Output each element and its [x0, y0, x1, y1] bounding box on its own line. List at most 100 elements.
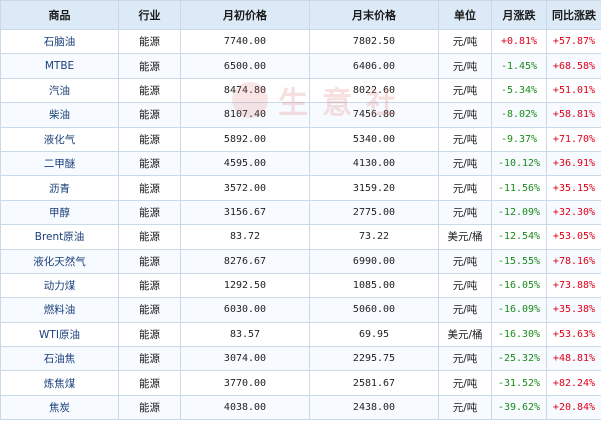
- industry-cell: 能源: [118, 248, 181, 274]
- monthly-change-cell: -1.45%: [491, 53, 547, 79]
- unit-cell: 元/吨: [438, 370, 492, 396]
- end-price-cell: 6406.00: [309, 53, 439, 79]
- industry-cell: 能源: [118, 321, 181, 348]
- end-price-cell: 7456.80: [309, 102, 439, 128]
- table-row: 石脑油 能源 7740.00 7802.50 元/吨 +0.81% +57.87%: [0, 28, 601, 55]
- industry-cell: 能源: [118, 53, 181, 79]
- commodity-name[interactable]: 汽油: [0, 77, 119, 104]
- commodity-name[interactable]: 甲醇: [0, 199, 119, 226]
- unit-cell: 元/吨: [438, 150, 492, 177]
- table-row: 柴油 能源 8107.40 7456.80 元/吨 -8.02% +58.81%: [0, 102, 601, 128]
- end-price-cell: 2775.00: [309, 199, 439, 226]
- end-price-cell: 2295.75: [309, 346, 439, 372]
- yoy-change-cell: +57.87%: [546, 28, 601, 55]
- commodity-name[interactable]: 二甲醚: [0, 150, 119, 177]
- yoy-change-cell: +48.81%: [546, 346, 601, 372]
- yoy-change-cell: +35.15%: [546, 175, 601, 201]
- commodity-name[interactable]: 炼焦煤: [0, 370, 119, 396]
- end-price-cell: 69.95: [309, 321, 439, 348]
- commodity-name[interactable]: 燃料油: [0, 297, 119, 323]
- commodity-name[interactable]: Brent原油: [0, 224, 119, 250]
- industry-cell: 能源: [118, 150, 181, 177]
- start-price-cell: 5892.00: [180, 126, 310, 152]
- end-price-cell: 1085.00: [309, 272, 439, 299]
- yoy-change-cell: +53.05%: [546, 224, 601, 250]
- end-price-cell: 2438.00: [309, 394, 439, 421]
- table-row: 沥青 能源 3572.00 3159.20 元/吨 -11.56% +35.15%: [0, 175, 601, 201]
- commodity-name[interactable]: 液化气: [0, 126, 119, 152]
- unit-cell: 元/吨: [438, 248, 492, 274]
- unit-cell: 美元/桶: [438, 321, 492, 348]
- unit-cell: 元/吨: [438, 126, 492, 152]
- end-price-cell: 2581.67: [309, 370, 439, 396]
- monthly-change-cell: -9.37%: [491, 126, 547, 152]
- end-price-cell: 5340.00: [309, 126, 439, 152]
- monthly-change-cell: -25.32%: [491, 346, 547, 372]
- table-row: 焦炭 能源 4038.00 2438.00 元/吨 -39.62% +20.84%: [0, 394, 601, 421]
- table-row: 液化天然气 能源 8276.67 6990.00 元/吨 -15.55% +78.16%: [0, 248, 601, 274]
- industry-cell: 能源: [118, 272, 181, 299]
- unit-cell: 元/吨: [438, 102, 492, 128]
- unit-cell: 元/吨: [438, 77, 492, 104]
- monthly-change-cell: -12.54%: [491, 224, 547, 250]
- yoy-change-cell: +73.88%: [546, 272, 601, 299]
- table-row: Brent原油 能源 83.72 73.22 美元/桶 -12.54% +53.05%: [0, 224, 601, 250]
- commodity-name[interactable]: 石油焦: [0, 346, 119, 372]
- commodity-name[interactable]: 石脑油: [0, 28, 119, 55]
- industry-cell: 能源: [118, 297, 181, 323]
- unit-cell: 元/吨: [438, 272, 492, 299]
- header-start-price[interactable]: 月初价格: [180, 0, 310, 30]
- commodity-name[interactable]: WTI原油: [0, 321, 119, 348]
- start-price-cell: 8276.67: [180, 248, 310, 274]
- monthly-change-cell: -10.12%: [491, 150, 547, 177]
- unit-cell: 元/吨: [438, 53, 492, 79]
- yoy-change-cell: +20.84%: [546, 394, 601, 421]
- header-end-price[interactable]: 月末价格: [309, 0, 439, 30]
- industry-cell: 能源: [118, 224, 181, 250]
- table-row: 汽油 能源 8474.80 8022.60 元/吨 -5.34% +51.01%: [0, 77, 601, 104]
- start-price-cell: 1292.50: [180, 272, 310, 299]
- commodity-name[interactable]: MTBE: [0, 53, 119, 79]
- table-header-row: 商品 行业 月初价格 月末价格 单位 月涨跌 同比涨跌: [0, 0, 601, 30]
- yoy-change-cell: +32.30%: [546, 199, 601, 226]
- yoy-change-cell: +78.16%: [546, 248, 601, 274]
- header-yoy-change[interactable]: 同比涨跌: [546, 0, 601, 30]
- header-industry[interactable]: 行业: [118, 0, 181, 30]
- industry-cell: 能源: [118, 346, 181, 372]
- industry-cell: 能源: [118, 175, 181, 201]
- unit-cell: 元/吨: [438, 175, 492, 201]
- monthly-change-cell: -11.56%: [491, 175, 547, 201]
- yoy-change-cell: +51.01%: [546, 77, 601, 104]
- industry-cell: 能源: [118, 394, 181, 421]
- industry-cell: 能源: [118, 28, 181, 55]
- header-commodity[interactable]: 商品: [0, 0, 119, 30]
- table-row: 动力煤 能源 1292.50 1085.00 元/吨 -16.05% +73.88%: [0, 272, 601, 299]
- end-price-cell: 4130.00: [309, 150, 439, 177]
- commodity-name[interactable]: 柴油: [0, 102, 119, 128]
- header-monthly-change[interactable]: 月涨跌: [491, 0, 547, 30]
- yoy-change-cell: +36.91%: [546, 150, 601, 177]
- end-price-cell: 5060.00: [309, 297, 439, 323]
- table-row: 燃料油 能源 6030.00 5060.00 元/吨 -16.09% +35.38%: [0, 297, 601, 323]
- commodity-name[interactable]: 动力煤: [0, 272, 119, 299]
- start-price-cell: 4038.00: [180, 394, 310, 421]
- monthly-change-cell: -16.09%: [491, 297, 547, 323]
- industry-cell: 能源: [118, 102, 181, 128]
- commodity-price-table: 商品 行业 月初价格 月末价格 单位 月涨跌 同比涨跌 石脑油 能源 7740.00…: [0, 0, 601, 421]
- start-price-cell: 8107.40: [180, 102, 310, 128]
- yoy-change-cell: +58.81%: [546, 102, 601, 128]
- monthly-change-cell: -8.02%: [491, 102, 547, 128]
- industry-cell: 能源: [118, 199, 181, 226]
- commodity-name[interactable]: 液化天然气: [0, 248, 119, 274]
- monthly-change-cell: -5.34%: [491, 77, 547, 104]
- header-unit[interactable]: 单位: [438, 0, 492, 30]
- monthly-change-cell: +0.81%: [491, 28, 547, 55]
- unit-cell: 元/吨: [438, 394, 492, 421]
- monthly-change-cell: -12.09%: [491, 199, 547, 226]
- table-row: 石油焦 能源 3074.00 2295.75 元/吨 -25.32% +48.81%: [0, 346, 601, 372]
- table-row: 炼焦煤 能源 3770.00 2581.67 元/吨 -31.52% +82.24%: [0, 370, 601, 396]
- commodity-name[interactable]: 焦炭: [0, 394, 119, 421]
- commodity-name[interactable]: 沥青: [0, 175, 119, 201]
- start-price-cell: 3572.00: [180, 175, 310, 201]
- unit-cell: 元/吨: [438, 297, 492, 323]
